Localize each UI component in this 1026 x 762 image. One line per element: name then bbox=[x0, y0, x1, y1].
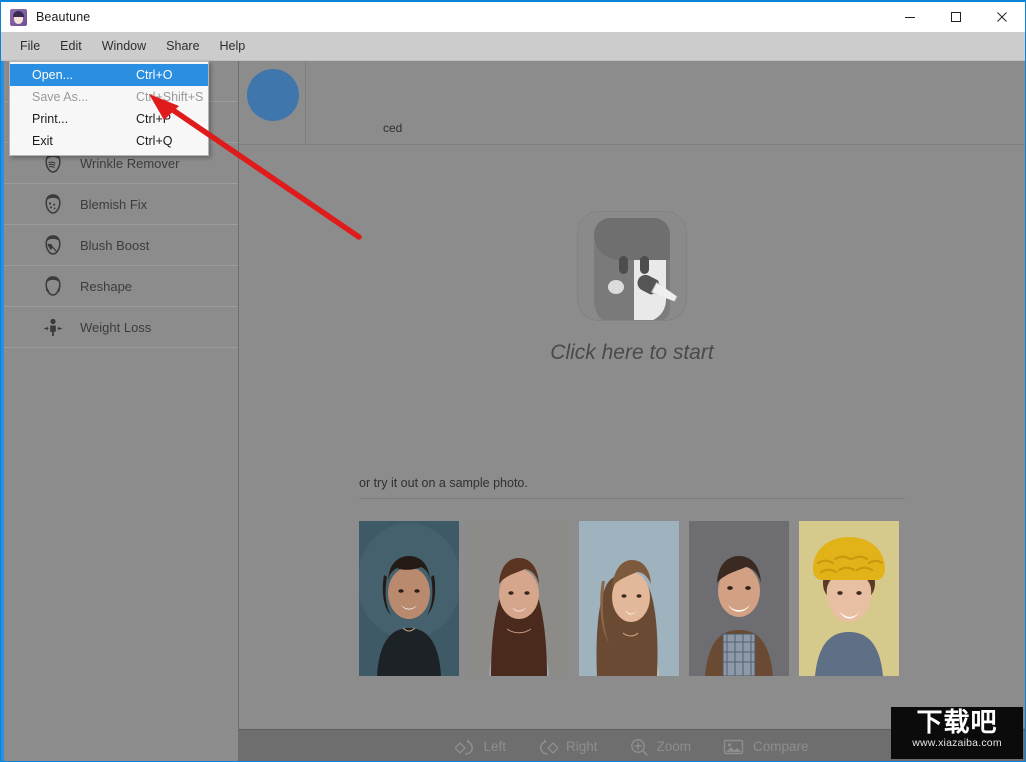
sidebar-item-label: Blush Boost bbox=[80, 237, 150, 253]
sidebar-item-label: Reshape bbox=[80, 278, 133, 294]
start-block[interactable]: Click here to start bbox=[239, 211, 1025, 365]
zoom-label: Zoom bbox=[656, 739, 692, 754]
menu-item-open[interactable]: Open... Ctrl+O bbox=[10, 64, 208, 86]
mode-toggle-button[interactable] bbox=[241, 69, 305, 133]
sample-thumbnail-row bbox=[359, 521, 905, 676]
menu-item-open-accel: Ctrl+O bbox=[136, 68, 173, 82]
sidebar-item-blush-boost[interactable]: Blush Boost bbox=[4, 225, 238, 266]
menu-item-print-accel: Ctrl+P bbox=[136, 112, 172, 126]
menu-file[interactable]: File bbox=[11, 35, 49, 57]
beautune-start-avatar-icon bbox=[577, 211, 687, 321]
file-dropdown-menu: Open... Ctrl+O Save As... Ctrl+Shift+S P… bbox=[9, 61, 209, 156]
menu-edit[interactable]: Edit bbox=[51, 35, 91, 57]
watermark-url: www.xiazaiba.com bbox=[912, 737, 1002, 749]
site-watermark: 下载吧 www.xiazaiba.com bbox=[891, 707, 1023, 759]
menu-item-exit[interactable]: Exit Ctrl+Q bbox=[10, 130, 208, 152]
rotate-right-button[interactable]: Right bbox=[538, 738, 598, 756]
panel-divider bbox=[305, 61, 306, 145]
mode-circle-icon bbox=[247, 69, 299, 121]
sample-divider bbox=[359, 498, 905, 499]
sample-photo-3[interactable] bbox=[579, 521, 679, 676]
menu-help[interactable]: Help bbox=[211, 35, 255, 57]
start-label: Click here to start bbox=[550, 341, 714, 364]
menu-item-print-label: Print... bbox=[32, 112, 69, 126]
sidebar-item-reshape[interactable]: Reshape bbox=[4, 266, 238, 307]
sample-photo-1[interactable] bbox=[359, 521, 459, 676]
sidebar-item-blemish-fix[interactable]: Blemish Fix bbox=[4, 184, 238, 225]
menu-item-open-label: Open... bbox=[32, 68, 73, 82]
sample-photo-2[interactable] bbox=[469, 521, 569, 676]
sample-photo-section: or try it out on a sample photo. bbox=[359, 476, 905, 676]
rotate-right-icon bbox=[538, 738, 558, 756]
application-window: Beautune File Edit Window Share Help Wri… bbox=[0, 0, 1026, 762]
menu-window[interactable]: Window bbox=[93, 35, 155, 57]
compare-button[interactable]: Compare bbox=[723, 738, 809, 756]
sample-photo-label: or try it out on a sample photo. bbox=[359, 476, 528, 490]
menu-item-save-as-accel: Ctrl+Shift+S bbox=[136, 90, 204, 104]
close-icon[interactable] bbox=[979, 2, 1025, 32]
maximize-icon[interactable] bbox=[933, 2, 979, 32]
mode-toolbar-panel: ced bbox=[239, 61, 1025, 145]
blemish-fix-face-icon bbox=[40, 191, 66, 217]
compare-image-icon bbox=[723, 738, 745, 756]
window-controls bbox=[887, 2, 1025, 32]
menu-item-save-as: Save As... Ctrl+Shift+S bbox=[10, 86, 208, 108]
window-title: Beautune bbox=[36, 10, 91, 24]
minimize-icon[interactable] bbox=[887, 2, 933, 32]
sample-photo-5[interactable] bbox=[799, 521, 899, 676]
rotate-left-icon bbox=[455, 738, 475, 756]
mode-label: ced bbox=[383, 121, 403, 135]
sidebar-item-label: Weight Loss bbox=[80, 319, 152, 335]
weight-loss-body-icon bbox=[40, 314, 66, 340]
rotate-left-button[interactable]: Left bbox=[455, 738, 506, 756]
blush-boost-face-icon bbox=[40, 232, 66, 258]
zoom-button[interactable]: Zoom bbox=[630, 738, 692, 756]
title-bar: Beautune bbox=[1, 2, 1025, 32]
menu-item-exit-accel: Ctrl+Q bbox=[136, 134, 173, 148]
menu-item-print[interactable]: Print... Ctrl+P bbox=[10, 108, 208, 130]
tools-sidebar: Foundation Smooth Wrinkle Remover bbox=[1, 61, 239, 761]
menu-item-exit-label: Exit bbox=[32, 134, 53, 148]
rotate-left-label: Left bbox=[483, 739, 506, 754]
main-canvas-area: ced Click here to start or try it out on… bbox=[239, 61, 1025, 761]
reshape-face-icon bbox=[40, 273, 66, 299]
sidebar-item-label: Blemish Fix bbox=[80, 196, 148, 212]
watermark-logo-text: 下载吧 bbox=[916, 708, 998, 738]
menu-bar: File Edit Window Share Help bbox=[1, 32, 1025, 61]
rotate-right-label: Right bbox=[565, 739, 598, 754]
sidebar-item-weight-loss[interactable]: Weight Loss bbox=[4, 307, 238, 348]
menu-share[interactable]: Share bbox=[157, 35, 208, 57]
zoom-in-icon bbox=[630, 738, 649, 756]
sidebar-item-label: Wrinkle Remover bbox=[80, 155, 180, 171]
compare-label: Compare bbox=[753, 739, 809, 754]
beautune-app-icon bbox=[10, 8, 27, 26]
sample-photo-4[interactable] bbox=[689, 521, 789, 676]
